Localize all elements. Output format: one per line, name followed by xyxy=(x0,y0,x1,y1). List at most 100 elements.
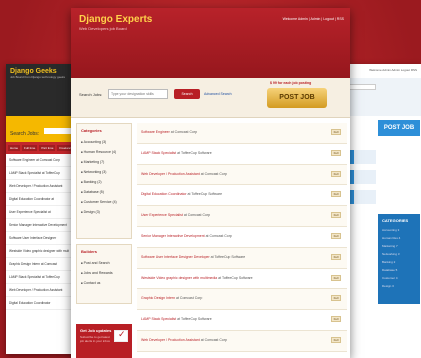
job-row[interactable]: Digital Education Coordinator at ToffeeC… xyxy=(137,185,347,207)
main-site-window: Django Experts Web Developers job Board … xyxy=(71,8,350,358)
right-category-item[interactable]: Customer 4 xyxy=(382,274,416,282)
categories-title: Categories xyxy=(81,128,102,133)
sidebar: Categories Accounting (3) Human Resource… xyxy=(76,123,132,358)
job-company: at ToffeeCup Software xyxy=(187,192,223,197)
job-company: at ToffeeCup Software xyxy=(177,317,212,322)
post-job-button[interactable]: POST JOB xyxy=(267,88,327,108)
job-company: at Comcast Corp xyxy=(200,171,227,176)
builder-link[interactable]: Jobs and Rewards xyxy=(81,268,127,278)
job-title-link[interactable]: LAMP Stack Specialist at ToffeeCup Softw… xyxy=(141,151,212,155)
right-categories-title: CATEGORIES xyxy=(382,218,409,223)
job-row[interactable]: Web Developer / Production Assistant at … xyxy=(137,330,347,352)
job-type-badge: Full xyxy=(331,295,341,302)
job-alert-subtitle: Subscribe to get latest job alerts in yo… xyxy=(80,335,111,343)
job-row[interactable]: Graphic Design Intern at Comcast Corp Ful… xyxy=(137,289,347,311)
job-title[interactable]: LAMP Stack Specialist xyxy=(141,317,176,321)
job-title-link[interactable]: Westside Video graphic designer with mul… xyxy=(141,276,253,280)
category-item[interactable]: Database (5) xyxy=(81,187,127,197)
job-company: at Comcast Corp xyxy=(183,213,211,218)
job-title[interactable]: User Experience Specialist xyxy=(141,213,183,217)
job-type-badge: Full xyxy=(331,149,341,156)
builder-link[interactable]: Post and Search xyxy=(81,258,127,268)
job-company: at ToffeeCup Software xyxy=(218,275,253,280)
right-category-item[interactable]: Networking 3 xyxy=(382,250,416,258)
job-row[interactable]: Software User Interface Designer Develop… xyxy=(137,247,347,269)
category-item[interactable]: Design (3) xyxy=(81,207,127,217)
job-list: Software Engineer at Comcast Corp Full LAM… xyxy=(137,123,347,358)
job-title[interactable]: Senior Manager Interactive Development xyxy=(141,234,205,238)
job-type-badge: Full xyxy=(331,232,341,239)
search-input[interactable] xyxy=(108,89,168,99)
job-title-link[interactable]: Digital Education Coordinator at ToffeeC… xyxy=(141,192,222,196)
builders-panel: Builders Post and Search Jobs and Reward… xyxy=(76,244,132,304)
right-post-job-button[interactable]: POST JOB xyxy=(378,120,420,136)
category-item[interactable]: Customer Service (4) xyxy=(81,197,127,207)
list-item[interactable] xyxy=(348,170,376,184)
job-row[interactable]: Software Engineer at Comcast Corp Full xyxy=(137,123,347,144)
user-welcome[interactable]: Welcome Admin | Admin | Logout | RSS xyxy=(283,17,344,21)
job-company: at ToffeeCup Software xyxy=(177,150,212,155)
job-title[interactable]: Web Developer / Production Assistant xyxy=(141,338,200,342)
builder-link[interactable]: Contact us xyxy=(81,278,127,288)
left-nav-item[interactable]: Part time xyxy=(39,145,56,151)
job-row[interactable]: Digital Education Coordinator at ToffeeC… xyxy=(137,352,347,358)
left-nav-item[interactable]: Home xyxy=(8,145,21,151)
search-label: Search Jobs: xyxy=(79,92,103,97)
search-button[interactable]: Search xyxy=(174,89,200,99)
right-job-rows xyxy=(348,150,376,210)
job-type-badge: Full xyxy=(331,170,341,177)
job-title-link[interactable]: Software User Interface Designer Develop… xyxy=(141,255,245,259)
category-item[interactable]: Banking (2) xyxy=(81,177,127,187)
right-category-item[interactable]: Banking 2 xyxy=(382,258,416,266)
list-item[interactable] xyxy=(348,150,376,164)
job-type-badge: Full xyxy=(331,336,341,343)
list-item[interactable] xyxy=(348,190,376,204)
job-title[interactable]: Web Developer / Production Assistant xyxy=(141,172,200,176)
job-title[interactable]: LAMP Stack Specialist xyxy=(141,151,176,155)
job-title-link[interactable]: LAMP Stack Specialist at ToffeeCup Softw… xyxy=(141,317,212,321)
left-nav-item[interactable]: Full time xyxy=(22,145,38,151)
job-title[interactable]: Graphic Design Intern xyxy=(141,296,175,300)
job-title-link[interactable]: Web Developer / Production Assistant at … xyxy=(141,172,227,176)
job-type-badge: Full xyxy=(331,129,341,135)
job-row[interactable]: LAMP Stack Specialist at ToffeeCup Softw… xyxy=(137,144,347,165)
job-title[interactable]: Software User Interface Designer Develop… xyxy=(141,255,210,259)
job-title[interactable]: Software Engineer xyxy=(141,130,170,134)
job-alert-panel[interactable]: Get Job updates Subscribe to get latest … xyxy=(76,324,132,358)
category-item[interactable]: Networking (3) xyxy=(81,167,127,177)
category-item[interactable]: Marketing (7) xyxy=(81,157,127,167)
right-category-item[interactable]: Accounting 3 xyxy=(382,226,416,234)
job-title-link[interactable]: Graphic Design Intern at Comcast Corp xyxy=(141,296,202,300)
right-category-item[interactable]: Database 5 xyxy=(382,266,416,274)
category-item[interactable]: Accounting (3) xyxy=(81,137,127,147)
right-search-input[interactable] xyxy=(348,84,376,90)
job-title[interactable]: Digital Education Coordinator xyxy=(141,192,187,196)
job-row[interactable]: Westside Video graphic designer with mul… xyxy=(137,269,347,290)
job-title-link[interactable]: Web Developer / Production Assistant at … xyxy=(141,338,227,342)
job-company: at Comcast Corp xyxy=(176,296,203,301)
builders-title: Builders xyxy=(81,249,98,254)
job-title-link[interactable]: User Experience Specialist at Comcast Co… xyxy=(141,213,210,217)
pricing-note: $ 99 for each job posting xyxy=(270,81,312,85)
job-row[interactable]: User Experience Specialist at Comcast Co… xyxy=(137,206,347,227)
job-row[interactable]: LAMP Stack Specialist at ToffeeCup Softw… xyxy=(137,310,347,331)
right-category-item[interactable]: Design 3 xyxy=(382,282,416,290)
left-search-input[interactable] xyxy=(43,127,74,134)
categories-panel: Categories Accounting (3) Human Resource… xyxy=(76,123,132,239)
site-header: Django Experts Web Developers job Board … xyxy=(71,8,350,78)
right-category-item[interactable]: Marketing 7 xyxy=(382,242,416,250)
job-title[interactable]: Westside Video graphic designer with mul… xyxy=(141,276,217,280)
advanced-search-link[interactable]: Advanced Search xyxy=(204,92,232,96)
job-row[interactable]: Senior Manager Interactive Development a… xyxy=(137,227,347,248)
job-company: at Comcast Corp xyxy=(170,130,198,134)
job-title-link[interactable]: Senior Manager Interactive Development a… xyxy=(141,234,232,238)
job-row[interactable]: Web Developer / Production Assistant at … xyxy=(137,164,347,186)
job-type-badge: Full xyxy=(331,191,341,198)
job-title-link[interactable]: Software Engineer at Comcast Corp xyxy=(141,130,197,134)
right-category-item[interactable]: Human Res 4 xyxy=(382,234,416,242)
category-item[interactable]: Human Resource (4) xyxy=(81,147,127,157)
job-type-badge: Full xyxy=(331,212,341,219)
job-company: at Comcast Corp xyxy=(205,233,232,238)
right-searchbar xyxy=(344,78,421,116)
job-type-badge: Full xyxy=(331,316,341,323)
